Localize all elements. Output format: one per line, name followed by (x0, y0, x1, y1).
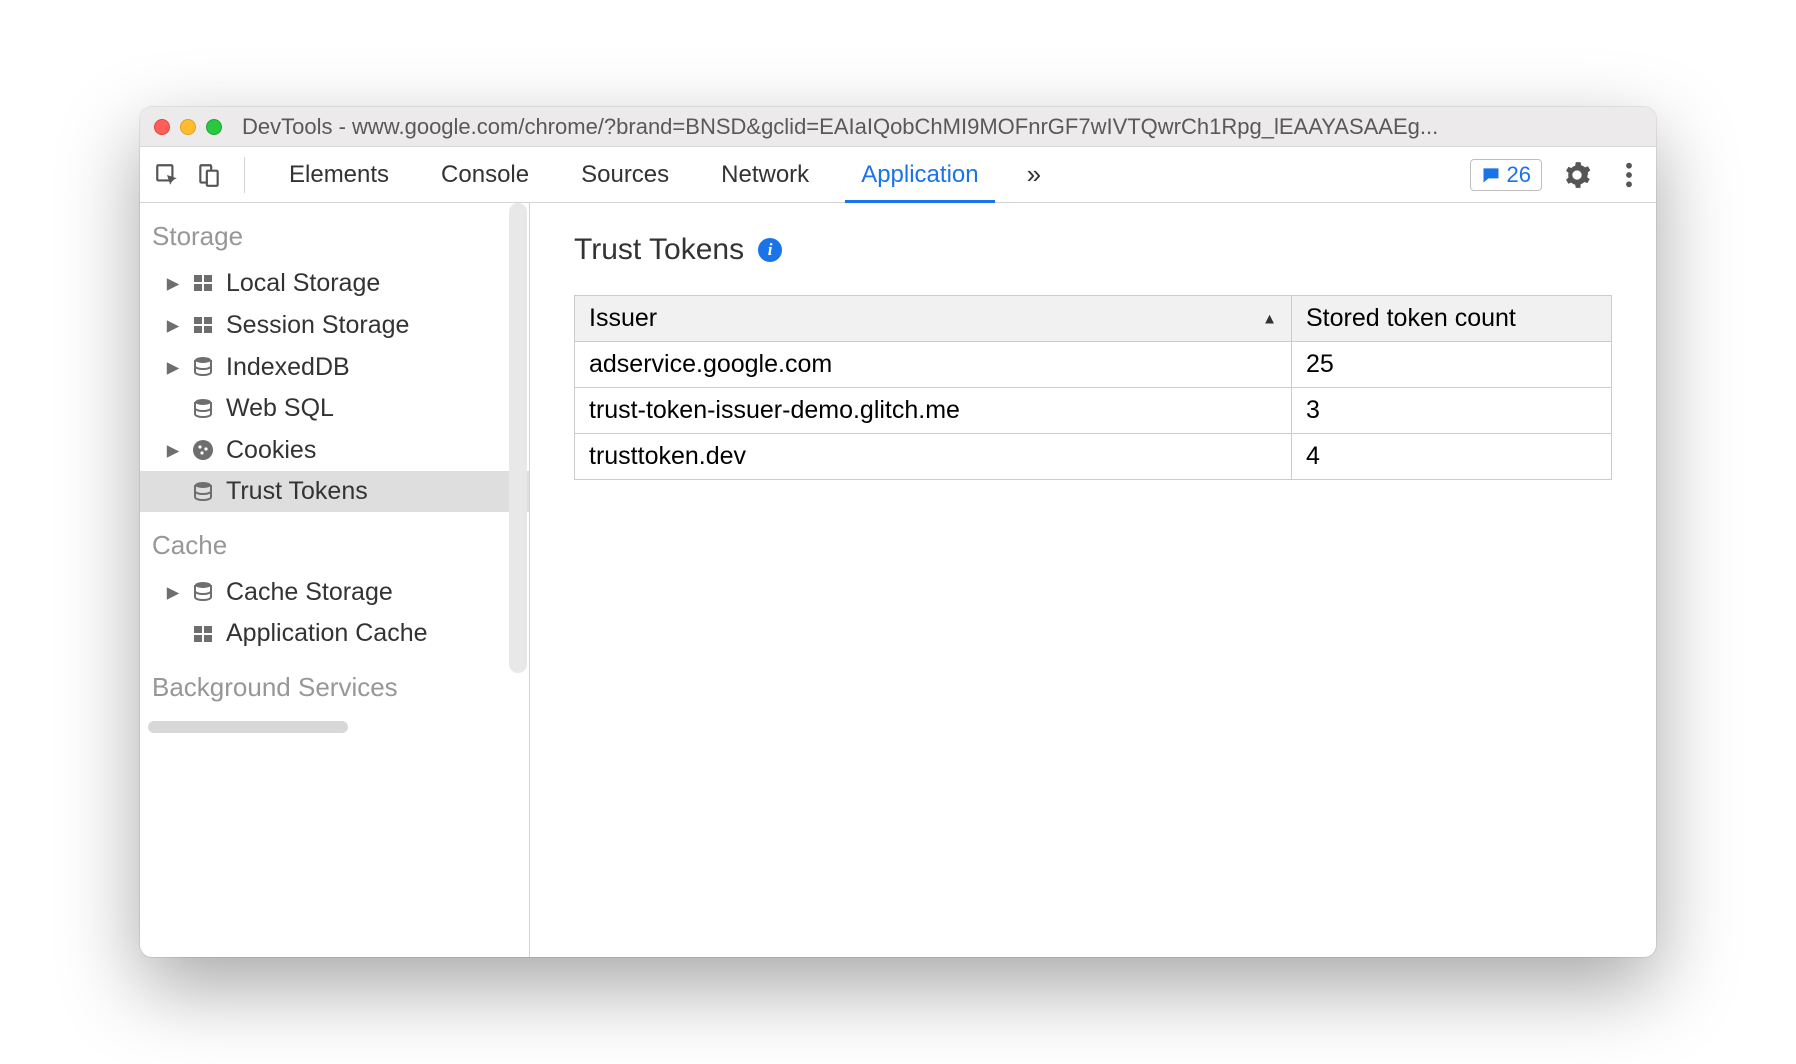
panel-title-row: Trust Tokens i (574, 233, 1612, 267)
expand-arrow-icon: ▸ (166, 435, 180, 465)
sidebar-item-web-sql[interactable]: Web SQL (140, 388, 529, 429)
column-header[interactable]: Issuer▲ (575, 296, 1292, 342)
settings-gear-icon[interactable] (1560, 158, 1594, 192)
device-toggle-icon[interactable] (192, 158, 226, 192)
more-menu-icon[interactable] (1612, 158, 1646, 192)
inspect-element-icon[interactable] (150, 158, 184, 192)
db-icon (190, 579, 216, 605)
tab-console[interactable]: Console (415, 147, 555, 202)
sidebar-item-label: Session Storage (226, 311, 409, 340)
tab-network[interactable]: Network (695, 147, 835, 202)
sidebar-item-label: Trust Tokens (226, 477, 368, 506)
panel-title: Trust Tokens (574, 233, 744, 267)
expand-arrow-icon: ▸ (166, 268, 180, 298)
db-icon (190, 479, 216, 505)
table-row[interactable]: trust-token-issuer-demo.glitch.me3 (575, 388, 1612, 434)
devtools-toolbar: ElementsConsoleSourcesNetworkApplication… (140, 147, 1656, 203)
cell-count: 25 (1292, 342, 1612, 388)
cookie-icon (190, 437, 216, 463)
sort-caret-icon: ▲ (1262, 310, 1277, 327)
cell-count: 3 (1292, 388, 1612, 434)
sidebar-h-scroll[interactable] (148, 721, 521, 739)
db-icon (190, 354, 216, 380)
tabs-overflow-icon[interactable]: » (1013, 159, 1055, 190)
panel-content: Trust Tokens i Issuer▲Stored token count… (530, 203, 1656, 957)
tab-application[interactable]: Application (835, 147, 1004, 202)
cell-issuer: trusttoken.dev (575, 434, 1292, 480)
sidebar-item-local-storage[interactable]: ▸ Local Storage (140, 262, 529, 304)
db-icon (190, 396, 216, 422)
sidebar-item-label: Application Cache (226, 619, 428, 648)
sidebar-item-indexeddb[interactable]: ▸ IndexedDB (140, 346, 529, 388)
panel-tabs: ElementsConsoleSourcesNetworkApplication (263, 147, 1005, 202)
cell-issuer: adservice.google.com (575, 342, 1292, 388)
message-icon (1481, 165, 1501, 185)
minimize-window-button[interactable] (180, 119, 196, 135)
column-header[interactable]: Stored token count (1292, 296, 1612, 342)
sidebar-section-title: Background Services (140, 654, 529, 713)
sidebar-item-label: Cookies (226, 436, 316, 465)
sidebar-item-session-storage[interactable]: ▸ Session Storage (140, 304, 529, 346)
sidebar-item-cache-storage[interactable]: ▸ Cache Storage (140, 571, 529, 613)
sidebar-section-title: Storage (140, 203, 529, 262)
toolbar-right: 26 (1470, 158, 1646, 192)
table-icon (190, 621, 216, 647)
sidebar-scrollbar[interactable] (509, 203, 527, 673)
messages-count: 26 (1507, 162, 1531, 188)
sidebar-section-title: Cache (140, 512, 529, 571)
traffic-lights (154, 119, 222, 135)
devtools-window: DevTools - www.google.com/chrome/?brand=… (140, 107, 1656, 957)
sidebar-item-label: Web SQL (226, 394, 334, 423)
tab-sources[interactable]: Sources (555, 147, 695, 202)
window-title: DevTools - www.google.com/chrome/?brand=… (242, 114, 1642, 140)
sidebar-item-label: Local Storage (226, 269, 380, 298)
table-row[interactable]: trusttoken.dev4 (575, 434, 1612, 480)
info-icon[interactable]: i (758, 238, 782, 262)
sidebar-item-application-cache[interactable]: Application Cache (140, 613, 529, 654)
close-window-button[interactable] (154, 119, 170, 135)
messages-badge[interactable]: 26 (1470, 159, 1542, 191)
toolbar-separator (244, 157, 245, 193)
expand-arrow-icon: ▸ (166, 577, 180, 607)
table-icon (190, 270, 216, 296)
sidebar-item-label: Cache Storage (226, 578, 393, 607)
main-area: Storage ▸ Local Storage ▸ Session Storage ▸ In… (140, 203, 1656, 957)
maximize-window-button[interactable] (206, 119, 222, 135)
titlebar: DevTools - www.google.com/chrome/?brand=… (140, 107, 1656, 147)
sidebar-item-cookies[interactable]: ▸ Cookies (140, 429, 529, 471)
sidebar-item-label: IndexedDB (226, 353, 350, 382)
sidebar: Storage ▸ Local Storage ▸ Session Storage ▸ In… (140, 203, 530, 957)
expand-arrow-icon: ▸ (166, 310, 180, 340)
expand-arrow-icon: ▸ (166, 352, 180, 382)
table-icon (190, 312, 216, 338)
trust-tokens-table: Issuer▲Stored token count adservice.goog… (574, 295, 1612, 480)
table-row[interactable]: adservice.google.com25 (575, 342, 1612, 388)
tab-elements[interactable]: Elements (263, 147, 415, 202)
sidebar-item-trust-tokens[interactable]: Trust Tokens (140, 471, 529, 512)
cell-issuer: trust-token-issuer-demo.glitch.me (575, 388, 1292, 434)
cell-count: 4 (1292, 434, 1612, 480)
